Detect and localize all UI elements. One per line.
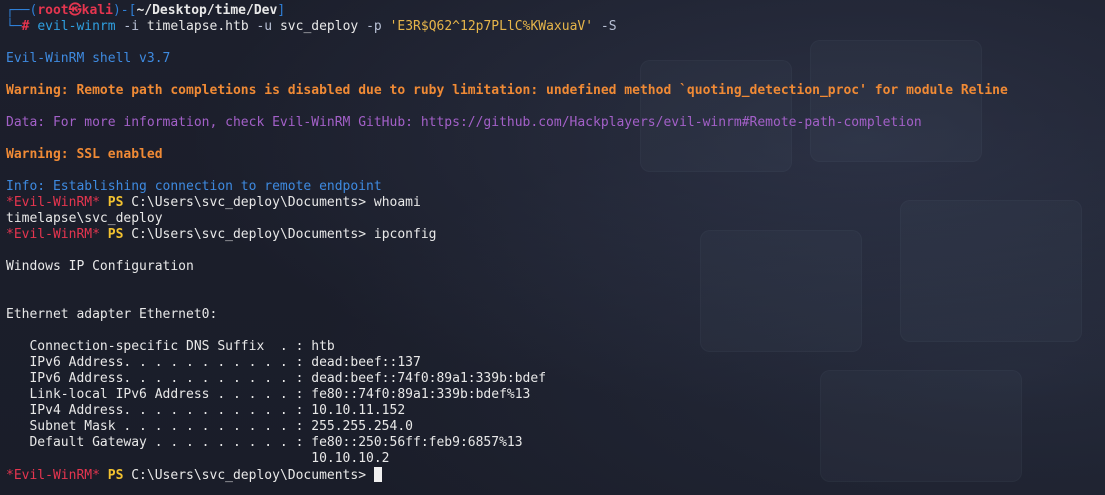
ipconfig-line: 10.10.10.2 — [6, 451, 390, 466]
ps-command: whoami — [373, 195, 421, 210]
ps-label: PS — [107, 195, 124, 210]
info-connect: Info: Establishing connection to remote … — [6, 179, 382, 194]
ps-path: C:\Users\svc_deploy\Documents> — [131, 195, 367, 210]
ipconfig-line: Connection-specific DNS Suffix . : htb — [6, 339, 335, 354]
ipconfig-line: IPv6 Address. . . . . . . . . . . : dead… — [6, 371, 547, 386]
prompt-corner-bottom: └─ — [6, 19, 22, 34]
ps-prompt-user: *Evil-WinRM* — [6, 468, 100, 483]
prompt-at-glyph: ㉿ — [68, 3, 82, 18]
ps-prompt-user: *Evil-WinRM* — [6, 195, 100, 210]
ipconfig-line: Subnet Mask . . . . . . . . . . . : 255.… — [6, 419, 413, 434]
ps-prompt-line: *Evil-WinRM* PS C:\Users\svc_deploy\Docu… — [6, 227, 1105, 243]
ps-prompt-active[interactable]: *Evil-WinRM* PS C:\Users\svc_deploy\Docu… — [6, 467, 1105, 483]
terminal-window[interactable]: ┌──(root㉿kali)-[~/Desktop/time/Dev] └─# … — [0, 0, 1105, 495]
adapter-header: Ethernet adapter Ethernet0: — [6, 307, 218, 322]
ps-label: PS — [107, 468, 124, 483]
ps-label: PS — [107, 227, 124, 242]
shell-prompt-header: ┌──(root㉿kali)-[~/Desktop/time/Dev] — [6, 3, 1105, 19]
command-program: evil-winrm — [37, 19, 116, 34]
prompt-host: kali — [81, 3, 113, 18]
warning-completion: Warning: Remote path completions is disa… — [6, 83, 1008, 98]
ipconfig-title: Windows IP Configuration — [6, 259, 194, 274]
command-flag: -u — [256, 19, 273, 34]
prompt-hash: # — [21, 19, 30, 34]
ps-command: ipconfig — [373, 227, 437, 242]
prompt-user: root — [37, 3, 69, 18]
prompt-paren: ) — [112, 3, 121, 18]
ipconfig-line: Link-local IPv6 Address . . . . . : fe80… — [6, 387, 531, 402]
warning-ssl: Warning: SSL enabled — [6, 147, 163, 162]
ps-path: C:\Users\svc_deploy\Documents> — [131, 468, 367, 483]
command-user: svc_deploy — [279, 19, 359, 34]
ipconfig-line: IPv6 Address. . . . . . . . . . . : dead… — [6, 355, 421, 370]
command-flag: -i — [123, 19, 140, 34]
ps-path: C:\Users\svc_deploy\Documents> — [131, 227, 367, 242]
whoami-result: timelapse\svc_deploy — [6, 211, 163, 226]
prompt-corner-top: ┌── — [6, 3, 30, 18]
terminal-output: ┌──(root㉿kali)-[~/Desktop/time/Dev] └─# … — [6, 3, 1105, 483]
command-flag: -S — [600, 19, 617, 34]
ps-prompt-line: *Evil-WinRM* PS C:\Users\svc_deploy\Docu… — [6, 195, 1105, 211]
prompt-path: ~/Desktop/time/Dev — [136, 3, 278, 18]
data-info-text: Data: For more information, check Evil-W… — [6, 115, 922, 130]
prompt-dash: - — [120, 3, 129, 18]
command-password: 'E3R$Q62^12p7PLlC%KWaxuaV' — [389, 19, 594, 34]
prompt-bracket: ] — [277, 3, 286, 18]
ipconfig-line: Default Gateway . . . . . . . . . : fe80… — [6, 435, 523, 450]
banner-text: Evil-WinRM shell v3.7 — [6, 51, 171, 66]
command-target: timelapse.htb — [146, 19, 249, 34]
ipconfig-line: IPv4 Address. . . . . . . . . . . : 10.1… — [6, 403, 406, 418]
text-cursor[interactable] — [373, 467, 382, 482]
ps-prompt-user: *Evil-WinRM* — [6, 227, 100, 242]
shell-command-line: └─# evil-winrm -i timelapse.htb -u svc_d… — [6, 19, 1105, 35]
command-flag: -p — [366, 19, 382, 34]
